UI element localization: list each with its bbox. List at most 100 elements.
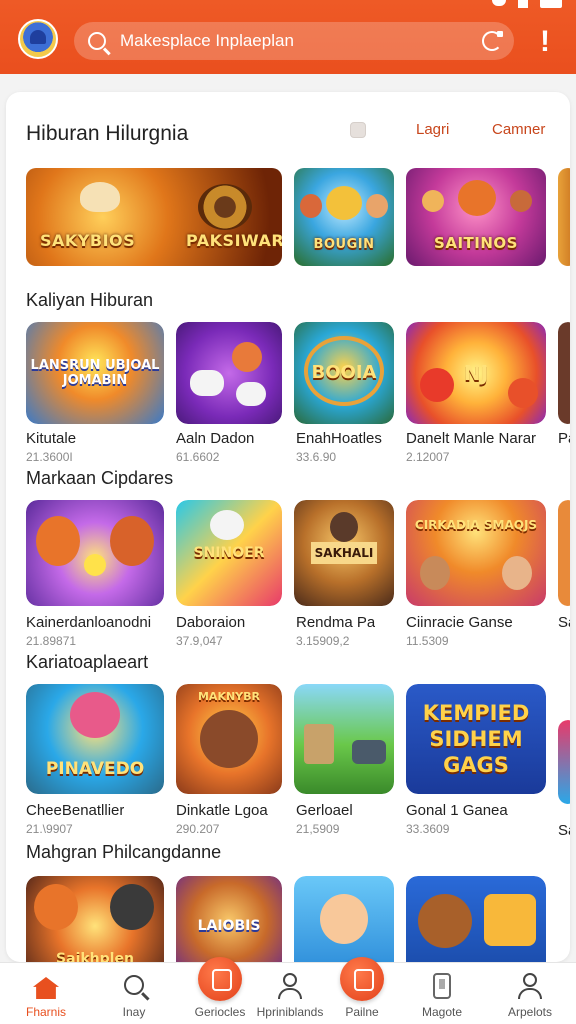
featured-banner[interactable] xyxy=(558,168,570,266)
building-icon xyxy=(304,724,334,764)
game-tile[interactable]: SAKHALI xyxy=(294,500,394,606)
section-title: Kariatoaplaeart xyxy=(26,652,149,672)
bear-character-icon xyxy=(418,894,472,948)
game-name: Kitutale xyxy=(26,430,77,447)
game-tile[interactable] xyxy=(406,876,546,962)
ball-character-icon xyxy=(420,368,454,402)
search-bar[interactable] xyxy=(74,22,514,60)
lagri-link[interactable]: Lagri xyxy=(416,121,449,138)
character-icon xyxy=(422,190,444,212)
refresh-icon[interactable] xyxy=(482,31,503,51)
game-thumbnail: Saikhplen xyxy=(26,876,164,962)
nav-item-account[interactable]: Arpelots xyxy=(494,963,566,1024)
nav-label: Magote xyxy=(421,1005,463,1019)
game-tile[interactable] xyxy=(176,322,282,424)
game-tile[interactable] xyxy=(558,500,570,606)
game-count: 21.\9907 xyxy=(26,822,73,836)
game-tile[interactable]: PINAVEDO xyxy=(26,684,164,794)
game-count: 3.15909,2 xyxy=(296,634,350,648)
game-tile[interactable] xyxy=(558,720,570,804)
cannon-icon xyxy=(352,740,386,764)
game-tile[interactable]: Saikhplen xyxy=(26,876,164,962)
thumbnail-title: SAKHALI xyxy=(310,542,378,564)
alert-icon[interactable]: ! xyxy=(536,27,554,57)
toggle-icon[interactable] xyxy=(350,122,366,138)
gamepad-icon xyxy=(236,382,266,406)
game-tile[interactable]: KEMPIED SIDHEM GAGS xyxy=(406,684,546,794)
camner-link[interactable]: Camner xyxy=(492,121,545,138)
game-name: Rendma Pa xyxy=(296,614,376,631)
banner-label: BOUGIN xyxy=(313,237,375,252)
thumbnail-title: PINAVEDO xyxy=(45,759,145,779)
game-thumbnail: CIRKADIA SMAQJS xyxy=(406,500,546,606)
game-thumbnail xyxy=(176,322,282,424)
nav-item-search[interactable]: Inay xyxy=(98,963,170,1024)
featured-banner[interactable]: SAKYBIOS PAKSIWAR xyxy=(26,168,282,266)
game-tile[interactable] xyxy=(294,684,394,794)
nav-label: Arpelots xyxy=(507,1005,553,1019)
nav-item-categories[interactable]: Geriocles xyxy=(184,957,256,1024)
home-icon xyxy=(33,977,59,999)
top-app-bar: ! xyxy=(0,0,576,74)
game-count: 61.6602 xyxy=(176,450,220,464)
game-thumbnail: LANSRUN UBJOAL JOMABIN xyxy=(26,322,164,424)
featured-banner[interactable]: SAITINOS xyxy=(406,168,546,266)
section-title: Mahgran Philcangdanne xyxy=(26,842,222,862)
character-icon xyxy=(300,194,322,218)
game-thumbnail: SNINOER xyxy=(176,500,282,606)
game-tile[interactable]: BOOIA xyxy=(294,322,394,424)
game-thumbnail xyxy=(294,876,394,962)
game-name: Gerloael xyxy=(296,802,353,819)
nav-item-play[interactable]: Pailne xyxy=(326,957,398,1024)
thumbnail-title: KEMPIED SIDHEM GAGS xyxy=(422,701,530,777)
character-icon xyxy=(420,556,450,590)
app-logo-icon[interactable] xyxy=(18,19,58,59)
game-name: CheeBenatllier xyxy=(26,802,125,819)
game-tile[interactable]: CIRKADIA SMAQJS xyxy=(406,500,546,606)
featured-banner[interactable]: BOUGIN xyxy=(294,168,394,266)
game-thumbnail: KEMPIED SIDHEM GAGS xyxy=(406,684,546,794)
game-tile[interactable]: SNINOER xyxy=(176,500,282,606)
game-name: Danelt Manle Narar xyxy=(406,430,537,447)
game-name: Aaln Dadon xyxy=(176,430,255,447)
game-count: 11.5309 xyxy=(406,634,449,648)
wifi-icon xyxy=(492,0,506,6)
nav-item-device[interactable]: Magote xyxy=(406,963,478,1024)
game-name: EnahHoatles xyxy=(296,430,382,447)
thumbnail-title: LAIOBIS xyxy=(197,918,261,934)
thumbnail-title: Saikhplen xyxy=(56,951,134,962)
banner-label: SAITINOS xyxy=(434,234,518,252)
character-icon xyxy=(326,186,362,220)
game-count: 37.9,047 xyxy=(176,634,223,648)
game-tile[interactable]: MAKNYBR xyxy=(176,684,282,794)
games-icon xyxy=(198,957,242,1001)
game-name: Gonal 1 Ganea xyxy=(406,802,508,819)
thumbnail-title: LANSRUN UBJOAL JOMABIN xyxy=(30,358,160,388)
bear-character-icon xyxy=(200,710,258,768)
game-name: Daboraion xyxy=(176,614,246,631)
battery-icon xyxy=(540,0,562,8)
character-icon xyxy=(330,512,358,542)
nav-item-home[interactable]: Fharnis xyxy=(10,963,82,1024)
game-tile[interactable] xyxy=(558,322,570,424)
wolf-character-icon xyxy=(110,884,154,930)
person-icon xyxy=(518,973,542,999)
game-tile[interactable]: NJ xyxy=(406,322,546,424)
character-icon xyxy=(80,182,120,212)
game-thumbnail xyxy=(26,500,164,606)
section-title: Markaan Cipdares xyxy=(26,468,174,488)
fox-character-icon xyxy=(34,884,78,930)
medal-icon xyxy=(198,184,252,230)
search-input[interactable] xyxy=(120,31,482,51)
nav-item-profile-lists[interactable]: Hpriniblands xyxy=(254,963,326,1024)
nav-label: Hpriniblands xyxy=(256,1005,324,1019)
game-count: 21.3600I xyxy=(26,450,73,464)
game-tile[interactable]: LANSRUN UBJOAL JOMABIN xyxy=(26,322,164,424)
game-count: 21.89871 xyxy=(26,634,77,648)
game-tile[interactable] xyxy=(294,876,394,962)
fox-character-icon xyxy=(458,180,496,216)
thumbnail-title: CIRKADIA SMAQJS xyxy=(414,518,538,532)
gift-box-icon xyxy=(484,894,536,946)
game-tile[interactable] xyxy=(26,500,164,606)
game-tile[interactable]: LAIOBIS xyxy=(176,876,282,962)
